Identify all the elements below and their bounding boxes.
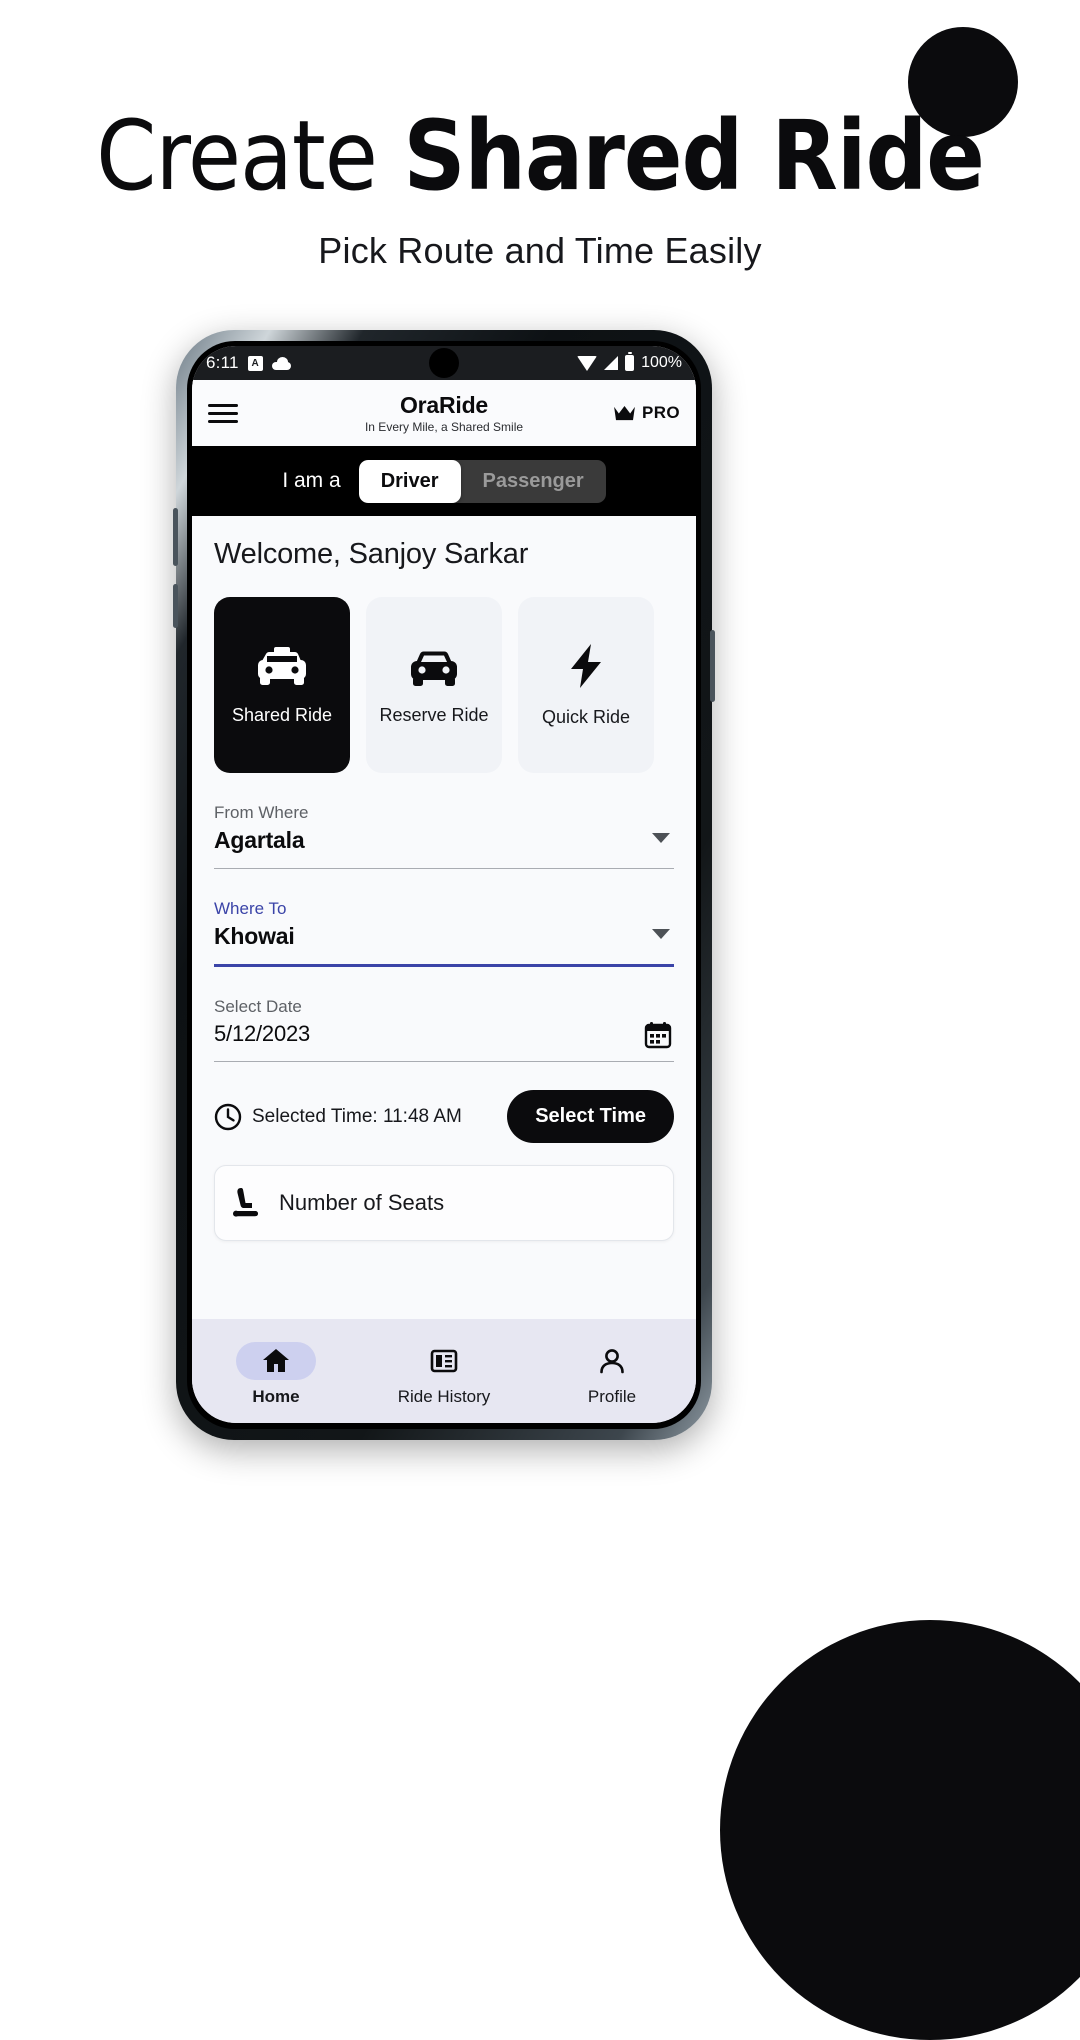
nav-label: Profile: [587, 1386, 637, 1406]
from-where-value: Agartala: [214, 827, 305, 853]
nav-pill: [572, 1342, 652, 1380]
chevron-down-icon[interactable]: [652, 833, 670, 843]
role-segmented-control: Driver Passenger: [358, 459, 606, 503]
pro-label: PRO: [641, 403, 680, 422]
ride-type-label: Quick Ride: [541, 706, 631, 727]
ride-type-reserve-ride[interactable]: Reserve Ride: [366, 597, 502, 773]
volume-down-button[interactable]: [173, 584, 178, 628]
decorative-circle-bottom: [720, 1620, 1080, 2040]
ride-type-label: Shared Ride: [231, 704, 333, 725]
from-where-label: From Where: [214, 803, 309, 822]
bottom-navigation: Home Ride History Profile: [192, 1319, 696, 1423]
list-icon: [430, 1349, 458, 1372]
welcome-text: Welcome, Sanjoy Sarkar: [214, 538, 529, 570]
nav-label: Ride History: [397, 1386, 491, 1406]
select-date-value: 5/12/2023: [214, 1021, 311, 1046]
hamburger-line: [208, 419, 238, 423]
promo-title-thin: Create: [96, 100, 404, 212]
promo-title: Create Shared Ride: [0, 108, 1080, 204]
nav-item-ride-history[interactable]: Ride History: [361, 1342, 527, 1407]
chevron-down-icon[interactable]: [652, 929, 670, 939]
status-bar-left: 6:11 A: [206, 353, 291, 373]
promo-header: Create Shared Ride Pick Route and Time E…: [0, 108, 1080, 272]
app-bar: OraRide In Every Mile, a Shared Smile PR…: [192, 380, 696, 446]
select-date-label: Select Date: [214, 997, 302, 1016]
role-prompt-label: I am a: [282, 469, 341, 492]
role-toggle-bar: I am a Driver Passenger: [192, 446, 696, 516]
cloud-icon: [271, 356, 291, 370]
ride-type-shared-ride[interactable]: Shared Ride: [214, 597, 350, 773]
field-underline: [214, 868, 674, 869]
phone-mockup: 6:11 A 100% OraRide In Every Mile, a Sha…: [173, 330, 715, 1440]
where-to-label: Where To: [214, 899, 287, 918]
where-to-field[interactable]: Where To Khowai: [214, 899, 674, 967]
pro-badge[interactable]: PRO: [613, 403, 680, 423]
power-button[interactable]: [710, 630, 715, 702]
home-icon: [263, 1348, 289, 1372]
phone-bezel: 6:11 A 100% OraRide In Every Mile, a Sha…: [187, 341, 701, 1429]
where-to-value: Khowai: [214, 923, 295, 949]
status-bar: 6:11 A 100%: [192, 346, 696, 380]
from-where-field[interactable]: From Where Agartala: [214, 803, 674, 869]
nav-item-profile[interactable]: Profile: [529, 1342, 695, 1407]
calendar-icon[interactable]: [644, 1021, 672, 1049]
select-time-button[interactable]: Select Time: [507, 1090, 674, 1143]
ride-type-cards: Shared Ride Reserve Ride Quick Ride: [214, 597, 674, 773]
nav-pill: [404, 1342, 484, 1380]
phone-screen: 6:11 A 100% OraRide In Every Mile, a Sha…: [192, 346, 696, 1423]
field-underline: [214, 1061, 674, 1062]
selected-time-text: Selected Time: 11:48 AM: [252, 1105, 462, 1127]
number-of-seats-card[interactable]: Number of Seats: [214, 1165, 674, 1241]
ride-type-label: Reserve Ride: [379, 704, 489, 725]
wifi-icon: [577, 355, 598, 371]
nav-pill: [236, 1341, 316, 1380]
nav-label: Home: [252, 1386, 300, 1406]
promo-subtitle: Pick Route and Time Easily: [318, 230, 762, 271]
taxi-icon: [258, 646, 306, 685]
battery-percent: 100%: [641, 354, 682, 371]
promo-title-bold: Shared Ride: [403, 100, 985, 212]
volume-up-button[interactable]: [173, 508, 178, 566]
camera-punch-hole: [429, 348, 459, 378]
main-content: Welcome, Sanjoy Sarkar Shared Ride Reser…: [192, 516, 696, 1319]
number-of-seats-label: Number of Seats: [279, 1190, 445, 1215]
role-option-passenger[interactable]: Passenger: [461, 460, 606, 503]
ride-type-quick-ride[interactable]: Quick Ride: [518, 597, 654, 773]
select-date-field[interactable]: Select Date 5/12/2023: [214, 997, 674, 1062]
autofill-a-icon: A: [247, 355, 263, 371]
status-time: 6:11: [206, 353, 239, 372]
nav-item-home[interactable]: Home: [193, 1341, 359, 1407]
hamburger-line: [208, 403, 238, 407]
car-icon: [411, 651, 457, 686]
battery-icon: [625, 352, 635, 371]
status-bar-right: 100%: [577, 352, 682, 372]
clock-icon: [214, 1103, 242, 1130]
lightning-bolt-icon: [571, 643, 601, 688]
car-seat-icon: [233, 1188, 258, 1217]
person-icon: [600, 1348, 624, 1373]
crown-icon: [614, 405, 635, 420]
selected-time-row: Selected Time: 11:48 AM Select Time: [214, 1090, 674, 1143]
hamburger-line: [208, 411, 238, 415]
hamburger-menu-icon[interactable]: [208, 403, 238, 423]
role-option-driver[interactable]: Driver: [358, 459, 461, 503]
signal-icon: [604, 356, 619, 370]
field-underline: [214, 964, 674, 967]
